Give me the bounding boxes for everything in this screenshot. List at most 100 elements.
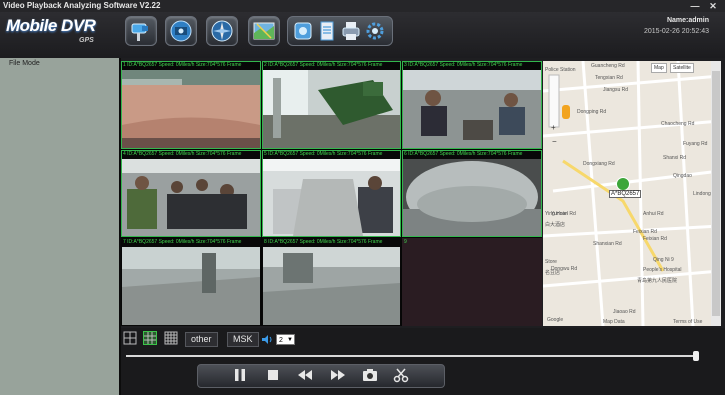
map-street-label: Tengxian Rd	[595, 75, 623, 81]
camera-button[interactable]	[125, 16, 157, 46]
video-cell-label: 5 ID:A*BQ2657 Speed: 0Miles/h Size:704*5…	[264, 151, 383, 157]
map-street-label: Map Data	[603, 319, 625, 325]
video-cell-label: 6 ID:A*BQ2657 Speed: 0Miles/h Size:704*5…	[404, 151, 523, 157]
logo: Mobile DVR	[6, 16, 96, 35]
zoom-in-button[interactable]: +	[551, 124, 556, 132]
map-scrollbar[interactable]	[711, 61, 721, 326]
map-street-label: Jiaoao Rd	[613, 309, 636, 315]
compass-icon	[211, 20, 233, 42]
video-cell-3[interactable]: 3 ID:A*BQ2657 Speed: 0Miles/h Size:704*5…	[402, 61, 542, 149]
video-cell-label: 4 ID:A*BQ2657 Speed: 0Miles/h Size:704*5…	[123, 151, 242, 157]
video-cell-label: 9	[404, 239, 407, 245]
map-street-label: Store	[545, 259, 557, 265]
video-frame	[263, 159, 400, 236]
video-grid: 1 ID:A*BQ2657 Speed: 0Miles/h Size:704*5…	[121, 61, 542, 326]
vehicle-label: A*BQ2657	[609, 190, 642, 198]
gps-map[interactable]: Map Satellite + − A*BQ2657 Police Statio…	[543, 61, 720, 326]
close-button[interactable]: ✕	[705, 0, 721, 12]
video-frame	[403, 70, 541, 148]
snapshot-camera-icon[interactable]	[361, 366, 379, 384]
map-street-label: Google	[547, 317, 564, 323]
video-frame	[403, 159, 541, 236]
title-bar: Video Playback Analyzing Software V2.22 …	[0, 0, 725, 12]
layout-16-icon[interactable]	[164, 331, 178, 345]
msk-button[interactable]: MSK	[227, 332, 259, 347]
video-cell-label: 3 ID:A*BQ2657 Speed: 0Miles/h Size:704*5…	[404, 62, 523, 68]
map-street-label: Guancheng Rd	[591, 63, 625, 69]
map-type-map-button[interactable]: Map	[651, 63, 667, 73]
settings-disk-icon[interactable]	[292, 20, 314, 42]
map-street-label: Fuyang Rd	[683, 141, 708, 147]
video-cell-9[interactable]: 9	[402, 238, 542, 326]
video-cell-2[interactable]: 2 ID:A*BQ2657 Speed: 0Miles/h Size:704*5…	[262, 61, 401, 149]
map-street-label: People's Hospital	[643, 267, 682, 273]
video-cell-label: 2 ID:A*BQ2657 Speed: 0Miles/h Size:704*5…	[264, 62, 383, 68]
video-frame	[122, 70, 260, 148]
printer-icon[interactable]	[340, 20, 362, 42]
video-cell-1[interactable]: 1 ID:A*BQ2657 Speed: 0Miles/h Size:704*5…	[121, 61, 261, 149]
video-frame	[122, 159, 260, 236]
map-street-label: Anhui Rd	[643, 211, 664, 217]
pause-icon[interactable]	[231, 366, 249, 384]
map-street-label: Feixian Rd	[633, 229, 657, 235]
compass-button[interactable]	[206, 16, 238, 46]
minimize-button[interactable]: —	[687, 0, 703, 12]
channel-select-value: 2	[279, 337, 283, 344]
scissors-icon[interactable]	[392, 366, 410, 384]
camera-icon	[131, 23, 148, 41]
map-icon	[253, 22, 275, 40]
disc-icon	[170, 20, 192, 42]
video-frame	[263, 70, 400, 148]
video-cell-6[interactable]: 6 ID:A*BQ2657 Speed: 0Miles/h Size:704*5…	[402, 150, 542, 237]
map-street-label: Shanxian Rd	[593, 241, 622, 247]
layout-4-icon[interactable]	[123, 331, 137, 345]
volume-icon[interactable]	[261, 334, 273, 345]
map-street-label: 白大酒店	[545, 222, 566, 228]
video-cell-label: 1 ID:A*BQ2657 Speed: 0Miles/h Size:704*5…	[123, 62, 242, 68]
logo-sub: GPS	[79, 37, 94, 44]
playback-progress-slider[interactable]	[126, 355, 699, 357]
video-frame	[263, 247, 400, 325]
vehicle-marker-icon[interactable]	[616, 177, 630, 191]
video-cell-label: 7 ID:A*BQ2657 Speed: 0Miles/h Size:704*5…	[123, 239, 242, 245]
tool-button-group	[287, 16, 393, 46]
map-street-label: Feixian Rd	[643, 236, 667, 242]
map-street-label: Jiangsu Rd	[603, 87, 629, 93]
scrollbar-thumb[interactable]	[712, 71, 720, 316]
datetime: 2015-02-26 20:52:43	[644, 28, 709, 35]
video-cell-4[interactable]: 4 ID:A*BQ2657 Speed: 0Miles/h Size:704*5…	[121, 150, 261, 237]
map-street-label: 青岛第九人民医院	[637, 278, 678, 284]
playback-record-button[interactable]	[165, 16, 197, 46]
map-view-button[interactable]	[248, 16, 280, 46]
zoom-out-button[interactable]: −	[552, 138, 557, 146]
video-cell-8[interactable]: 8 ID:A*BQ2657 Speed: 0Miles/h Size:704*5…	[262, 238, 401, 326]
video-cell-7[interactable]: 7 ID:A*BQ2657 Speed: 0Miles/h Size:704*5…	[121, 238, 261, 326]
map-street-label: 名豆店	[545, 270, 561, 276]
map-street-label: Qing Ni 9	[653, 257, 674, 263]
video-cell-5[interactable]: 5 ID:A*BQ2657 Speed: 0Miles/h Size:704*5…	[262, 150, 401, 237]
map-street-label: Dongxiang Rd	[583, 161, 615, 167]
progress-slider-handle[interactable]	[693, 351, 699, 361]
document-icon[interactable]	[316, 20, 338, 42]
map-street-label: Police Station	[545, 67, 576, 73]
map-street-label: Chaocheng Rd	[661, 121, 695, 127]
map-street-label: Shanxi Rd	[663, 155, 687, 161]
video-cell-label: 8 ID:A*BQ2657 Speed: 0Miles/h Size:704*5…	[264, 239, 383, 245]
map-street-label: Qingdao	[673, 173, 692, 179]
window-title: Video Playback Analyzing Software V2.22	[3, 1, 161, 10]
map-street-label: Ying Hotel	[545, 211, 568, 217]
layout-other-button[interactable]: other	[185, 332, 218, 347]
map-type-satellite-button[interactable]: Satellite	[670, 63, 694, 73]
map-street-label: Dongping Rd	[577, 109, 607, 115]
channel-select[interactable]: 2 ▼	[276, 334, 295, 345]
user-name: Name:admin	[666, 17, 709, 24]
fast-forward-icon[interactable]	[329, 366, 347, 384]
street-view-pegman-icon[interactable]	[562, 105, 570, 119]
gear-icon[interactable]	[364, 20, 386, 42]
file-mode-title[interactable]: File Mode	[0, 58, 119, 70]
chevron-down-icon: ▼	[287, 337, 293, 343]
stop-icon[interactable]	[264, 366, 282, 384]
layout-9-icon[interactable]	[143, 331, 157, 345]
rewind-icon[interactable]	[296, 366, 314, 384]
video-frame	[122, 247, 260, 325]
